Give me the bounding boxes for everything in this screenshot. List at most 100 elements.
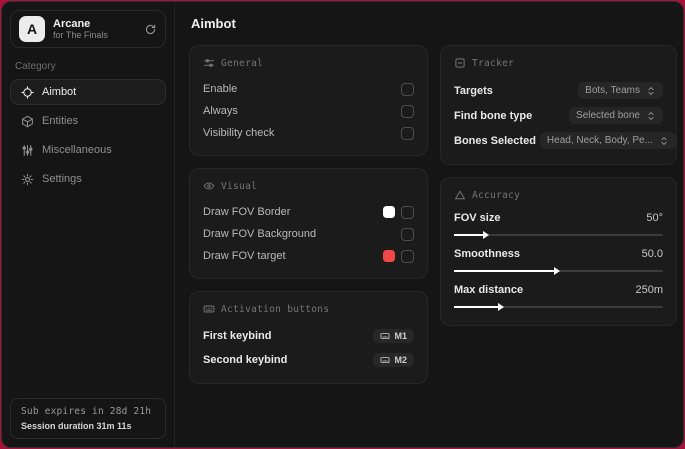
subscription-card: Sub expires in 28d 21h Session duration …: [10, 398, 166, 439]
setting-label: Second keybind: [203, 354, 288, 366]
sidebar-item-aimbot[interactable]: Aimbot: [10, 79, 166, 105]
first-keybind-button[interactable]: M1: [373, 329, 414, 343]
bones-selected-select[interactable]: Head, Neck, Body, Pe...: [539, 132, 676, 149]
sidebar-item-settings[interactable]: Settings: [10, 166, 166, 192]
second-keybind-button[interactable]: M2: [373, 353, 414, 367]
setting-row-targets: Targets Bots, Teams: [454, 78, 663, 103]
select-value: Selected bone: [576, 110, 640, 121]
setting-row-fov-size: FOV size 50°: [454, 210, 663, 239]
app-window: A Arcane for The Finals Category Aimbot …: [1, 1, 684, 448]
cube-icon: [21, 115, 34, 128]
setting-row-fov-border: Draw FOV Border: [203, 201, 414, 223]
sidebar-item-label: Aimbot: [42, 86, 77, 98]
slider-fill[interactable]: [454, 267, 561, 275]
setting-label: Smoothness: [454, 248, 521, 260]
scan-box-icon: [454, 57, 466, 69]
sidebar-nav: Aimbot Entities Miscellaneous Settings: [10, 79, 166, 192]
chevron-up-down-icon: [659, 136, 669, 146]
setting-row-always: Always: [203, 100, 414, 122]
setting-row-find-bone-type: Find bone type Selected bone: [454, 103, 663, 128]
sliders-icon: [203, 57, 215, 69]
fov-border-checkbox[interactable]: [401, 205, 414, 219]
fov-size-slider[interactable]: [454, 231, 663, 239]
keybind-value: M1: [394, 331, 407, 341]
setting-row-fov-background: Draw FOV Background: [203, 223, 414, 245]
setting-label: Max distance: [454, 284, 524, 296]
setting-label: Always: [203, 105, 238, 117]
sidebar: A Arcane for The Finals Category Aimbot …: [2, 2, 175, 447]
chevron-up-down-icon: [646, 111, 656, 121]
gear-icon: [21, 173, 34, 186]
slider-value: 50°: [646, 212, 663, 224]
setting-row-first-keybind: First keybind M1: [203, 324, 414, 348]
enable-checkbox[interactable]: [401, 82, 414, 96]
app-name: Arcane: [53, 17, 91, 30]
section-title: Visual: [221, 180, 258, 192]
slider-fill[interactable]: [454, 231, 490, 239]
fov-target-checkbox[interactable]: [401, 249, 414, 263]
select-value: Bots, Teams: [585, 85, 640, 96]
setting-row-fov-target: Draw FOV target: [203, 245, 414, 267]
setting-row-bones-selected: Bones Selected Head, Neck, Body, Pe...: [454, 128, 676, 153]
setting-label: Visibility check: [203, 127, 275, 139]
page-title: Aimbot: [191, 16, 236, 31]
setting-row-enable: Enable: [203, 78, 414, 100]
setting-label: Draw FOV target: [203, 250, 286, 262]
refresh-icon[interactable]: [144, 23, 157, 36]
app-subtitle: for The Finals: [53, 30, 108, 41]
setting-label: Targets: [454, 84, 493, 97]
find-bone-type-select[interactable]: Selected bone: [569, 107, 663, 124]
max-distance-slider[interactable]: [454, 303, 663, 311]
setting-label: Find bone type: [454, 109, 533, 122]
fov-target-color-swatch[interactable]: [383, 250, 395, 262]
setting-label: Bones Selected: [454, 134, 536, 147]
sidebar-item-label: Entities: [42, 115, 79, 127]
section-title: Tracker: [472, 57, 515, 69]
keyboard-icon: [203, 303, 215, 315]
section-title: General: [221, 57, 264, 69]
targets-select[interactable]: Bots, Teams: [578, 82, 663, 99]
general-card: General Enable Always Visibility check: [189, 45, 428, 156]
accuracy-card: Accuracy FOV size 50° Smoothness 50.0 Ma…: [440, 177, 677, 326]
main-content: Aimbot General Enable Always Visibility …: [175, 2, 683, 447]
app-logo: A: [19, 16, 45, 42]
session-duration-text: Session duration 31m 11s: [21, 421, 132, 431]
fov-background-checkbox[interactable]: [401, 227, 414, 241]
visibility-check-checkbox[interactable]: [401, 126, 414, 140]
smoothness-slider[interactable]: [454, 267, 663, 275]
activation-buttons-card: Activation buttons First keybind M1 Seco…: [189, 291, 428, 384]
sidebar-item-label: Settings: [42, 173, 82, 185]
keyboard-icon: [380, 355, 390, 365]
slider-value: 250m: [635, 284, 663, 296]
tracker-card: Tracker Targets Bots, Teams Find bone ty…: [440, 45, 677, 165]
select-value: Head, Neck, Body, Pe...: [546, 135, 653, 146]
slider-fill[interactable]: [454, 303, 504, 311]
section-title: Accuracy: [472, 189, 521, 201]
app-logo-card: A Arcane for The Finals: [10, 10, 166, 48]
triangle-icon: [454, 189, 466, 201]
always-checkbox[interactable]: [401, 104, 414, 118]
setting-row-visibility-check: Visibility check: [203, 122, 414, 144]
keybind-value: M2: [394, 355, 407, 365]
setting-row-second-keybind: Second keybind M2: [203, 348, 414, 372]
fov-border-color-swatch[interactable]: [383, 206, 395, 218]
setting-label: Draw FOV Background: [203, 228, 317, 240]
eye-icon: [203, 180, 215, 192]
section-title: Activation buttons: [221, 303, 330, 315]
setting-label: Enable: [203, 83, 238, 95]
setting-row-smoothness: Smoothness 50.0: [454, 246, 663, 275]
setting-label: First keybind: [203, 330, 272, 342]
crosshair-icon: [21, 85, 34, 99]
chevron-up-down-icon: [646, 86, 656, 96]
sidebar-item-miscellaneous[interactable]: Miscellaneous: [10, 137, 166, 163]
visual-card: Visual Draw FOV Border Draw FOV Backgrou…: [189, 168, 428, 279]
setting-label: Draw FOV Border: [203, 206, 291, 218]
adjust-icon: [21, 144, 34, 157]
sidebar-item-entities[interactable]: Entities: [10, 108, 166, 134]
setting-row-max-distance: Max distance 250m: [454, 282, 663, 311]
sidebar-item-label: Miscellaneous: [42, 144, 112, 156]
sub-expiry-text: Sub expires in 28d 21h: [21, 406, 152, 417]
slider-value: 50.0: [641, 248, 663, 260]
setting-label: FOV size: [454, 212, 501, 224]
category-label: Category: [15, 61, 56, 72]
